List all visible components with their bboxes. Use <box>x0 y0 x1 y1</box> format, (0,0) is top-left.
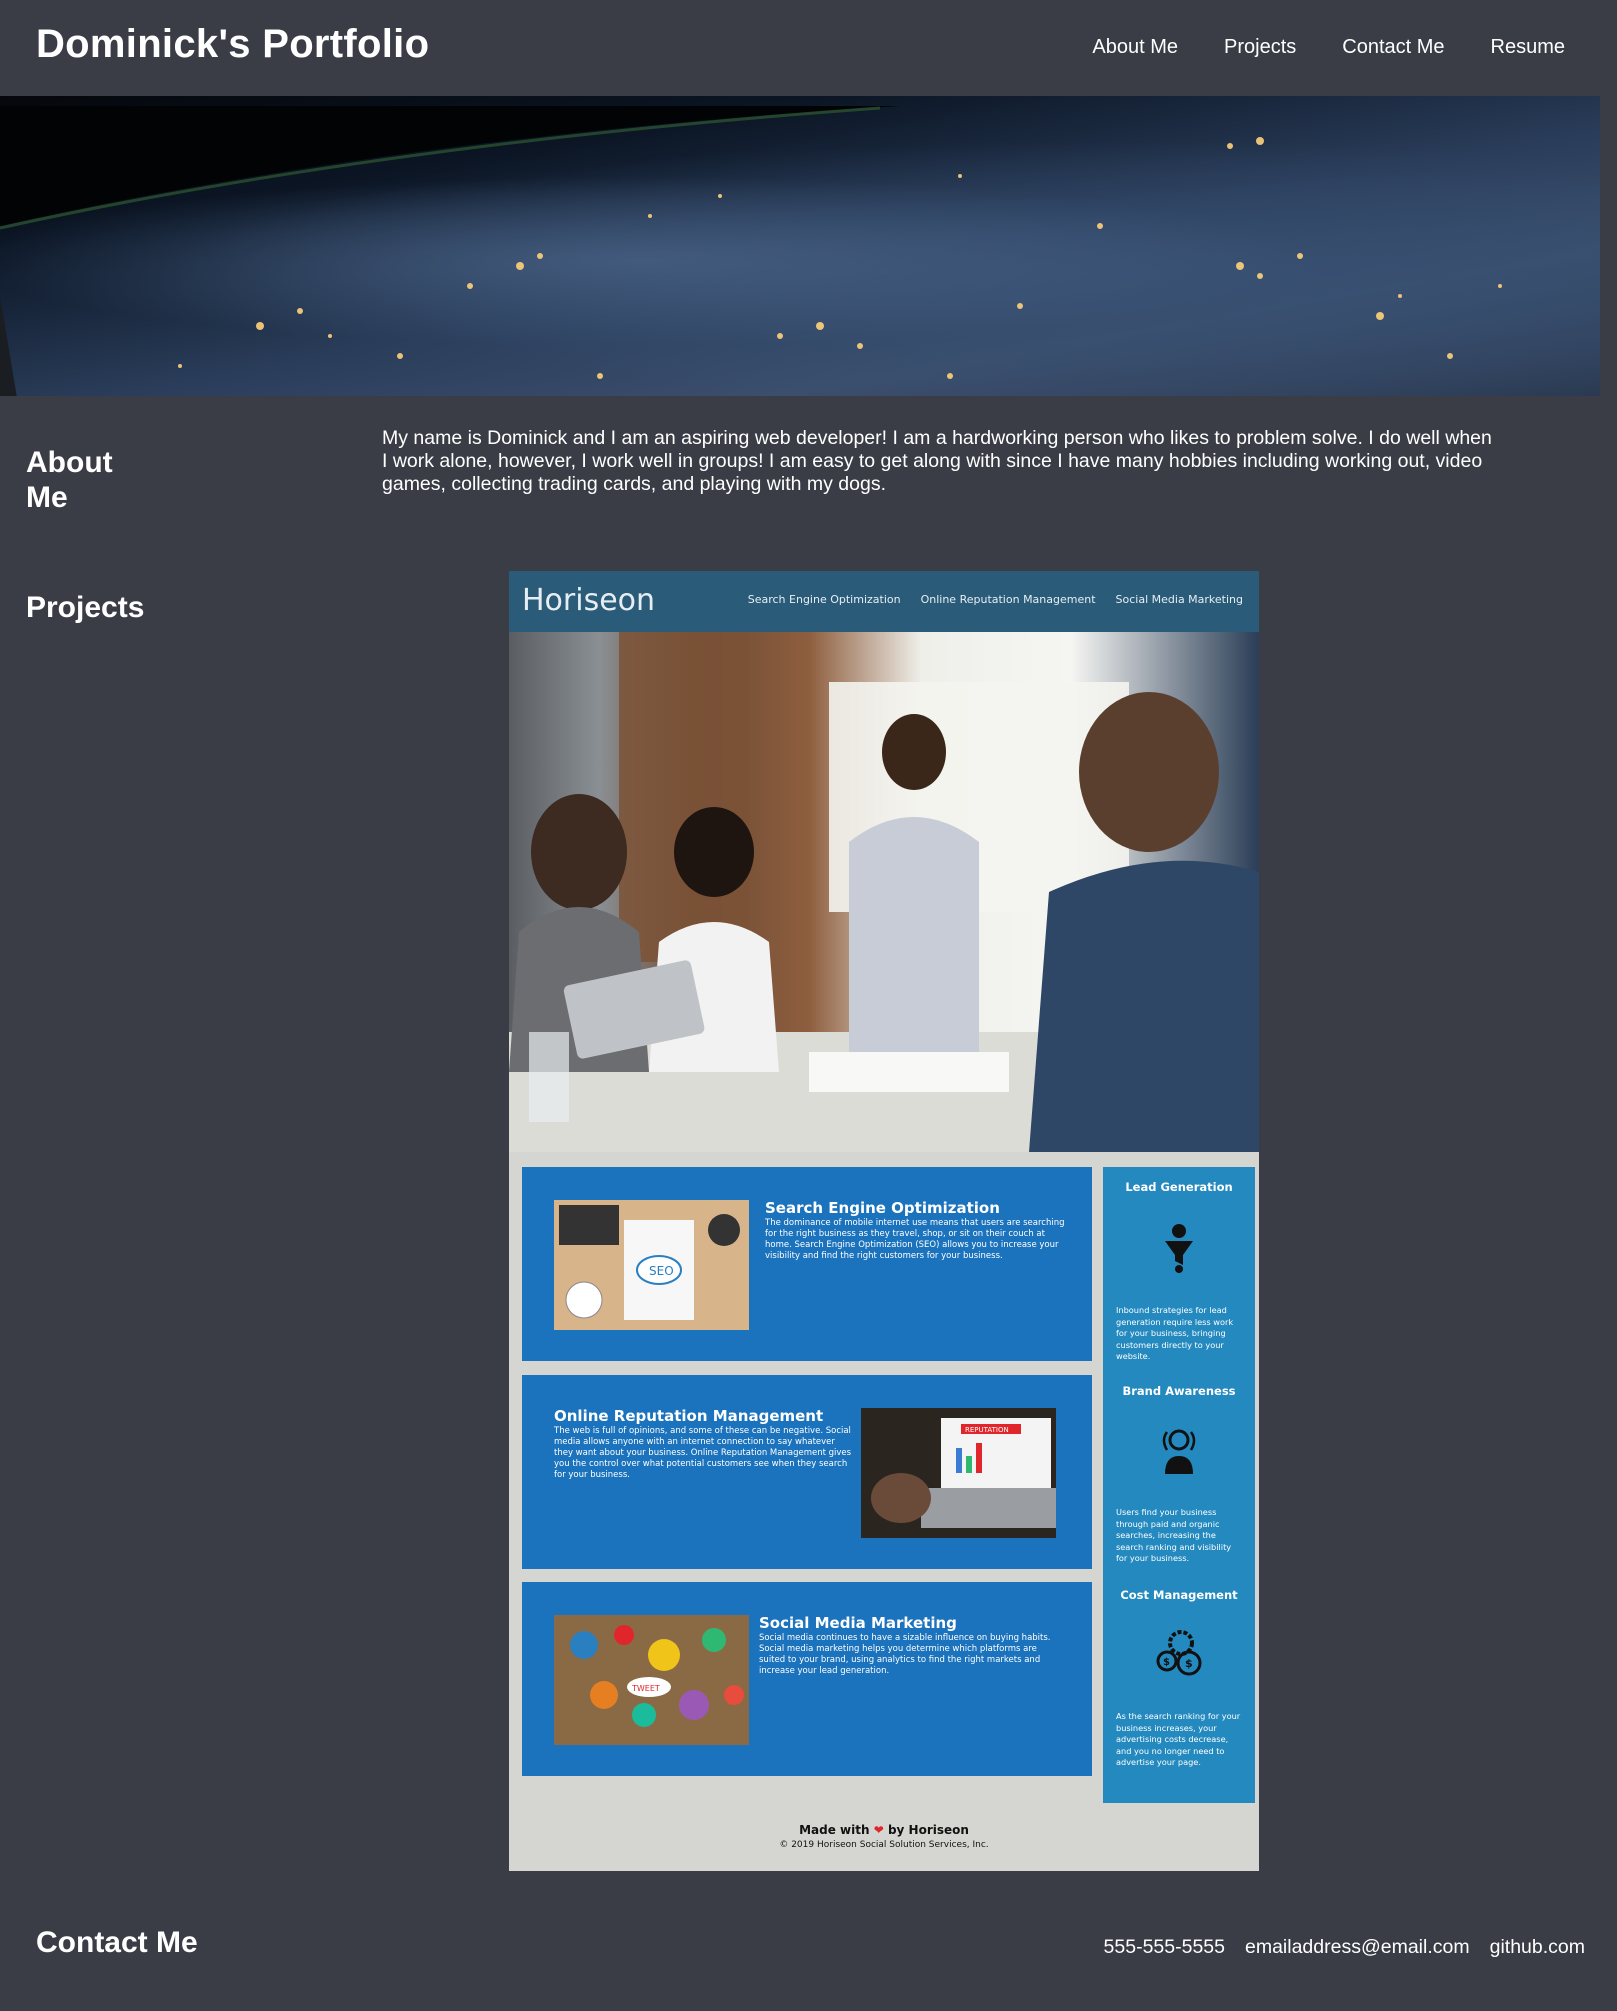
horiseon-made-with: Made with ❤ by Horiseon <box>509 1823 1259 1837</box>
benefit-lead-text: Inbound strategies for lead generation r… <box>1116 1305 1234 1361</box>
benefit-cost-title: Cost Management <box>1120 1588 1238 1602</box>
contact-email[interactable]: emailaddress@email.com <box>1245 1936 1470 1959</box>
card-smm: TWEET Social Media Marketing Social medi… <box>522 1582 1092 1776</box>
nav-resume[interactable]: Resume <box>1491 36 1565 59</box>
social-media-image: TWEET <box>554 1615 749 1745</box>
horiseon-nav-smm: Social Media Marketing <box>1115 593 1243 606</box>
card-orm-text: The web is full of opinions, and some of… <box>554 1426 852 1480</box>
contact-github[interactable]: github.com <box>1490 1936 1585 1959</box>
horiseon-footer: Made with ❤ by Horiseon © 2019 Horiseon … <box>509 1823 1259 1850</box>
horiseon-nav: Search Engine Optimization Online Reputa… <box>748 593 1243 606</box>
horiseon-copyright: © 2019 Horiseon Social Solution Services… <box>779 1840 989 1850</box>
lightbulb-person-icon <box>1162 1429 1196 1474</box>
svg-text:REPUTATION: REPUTATION <box>965 1426 1009 1434</box>
horiseon-logo: Horiseon <box>522 583 656 618</box>
benefit-brand-title: Brand Awareness <box>1122 1384 1236 1398</box>
svg-text:$: $ <box>1185 1657 1193 1670</box>
horiseon-nav-seo: Search Engine Optimization <box>747 593 901 606</box>
earth-lights-graphic <box>0 106 1502 396</box>
money-gears-icon: $ $ <box>1156 1630 1202 1676</box>
made-suffix: by Horiseon <box>887 1823 969 1837</box>
reputation-image: REPUTATION <box>861 1408 1056 1538</box>
benefit-brand-text: Users find your business through paid an… <box>1116 1507 1232 1563</box>
horiseon-nav-orm: Online Reputation Management <box>920 593 1096 606</box>
benefits-column: Lead Generation Inbound strategies for l… <box>1103 1167 1255 1803</box>
seo-image: SEO <box>554 1200 749 1330</box>
site-title: Dominick's Portfolio <box>36 22 430 66</box>
card-smm-title: Social Media Marketing <box>759 1614 957 1632</box>
main-nav: About Me Projects Contact Me Resume <box>1046 36 1565 59</box>
about-heading: About Me <box>26 446 113 514</box>
nav-contact-me[interactable]: Contact Me <box>1342 36 1444 59</box>
team-meeting-photo <box>509 632 1259 1152</box>
heart-icon: ❤ <box>873 1823 884 1837</box>
svg-text:$: $ <box>1163 1657 1170 1668</box>
svg-text:SEO: SEO <box>649 1264 674 1278</box>
nav-about-me[interactable]: About Me <box>1092 36 1178 59</box>
contact-phone[interactable]: 555-555-5555 <box>1104 1936 1225 1959</box>
team-meeting-graphic <box>509 632 1259 1152</box>
svg-text:TWEET: TWEET <box>631 1684 660 1693</box>
contact-heading: Contact Me <box>36 1926 198 1959</box>
benefit-cost-text: As the search ranking for your business … <box>1116 1711 1241 1767</box>
card-orm: Online Reputation Management The web is … <box>522 1375 1092 1569</box>
horiseon-header: Horiseon Search Engine Optimization Onli… <box>509 571 1259 632</box>
card-orm-title: Online Reputation Management <box>554 1407 824 1425</box>
about-text: My name is Dominick and I am an aspiring… <box>382 427 1492 495</box>
card-seo-text: The dominance of mobile internet use mea… <box>765 1218 1065 1261</box>
benefit-lead-title: Lead Generation <box>1125 1180 1233 1194</box>
card-seo: SEO Search Engine Optimization The domin… <box>522 1167 1092 1361</box>
hero-earth-image <box>0 96 1600 396</box>
contact-links: 555-555-5555 emailaddress@email.com gith… <box>1084 1936 1585 1959</box>
projects-heading: Projects <box>26 591 145 624</box>
made-prefix: Made with <box>799 1823 870 1837</box>
nav-projects[interactable]: Projects <box>1224 36 1296 59</box>
horiseon-project-screenshot[interactable]: Horiseon Search Engine Optimization Onli… <box>509 571 1259 1871</box>
funnel-icon <box>1165 1224 1193 1273</box>
site-header: Dominick's Portfolio About Me Projects C… <box>0 0 1617 96</box>
card-seo-title: Search Engine Optimization <box>765 1199 1000 1217</box>
card-smm-text: Social media continues to have a sizable… <box>759 1633 1051 1676</box>
